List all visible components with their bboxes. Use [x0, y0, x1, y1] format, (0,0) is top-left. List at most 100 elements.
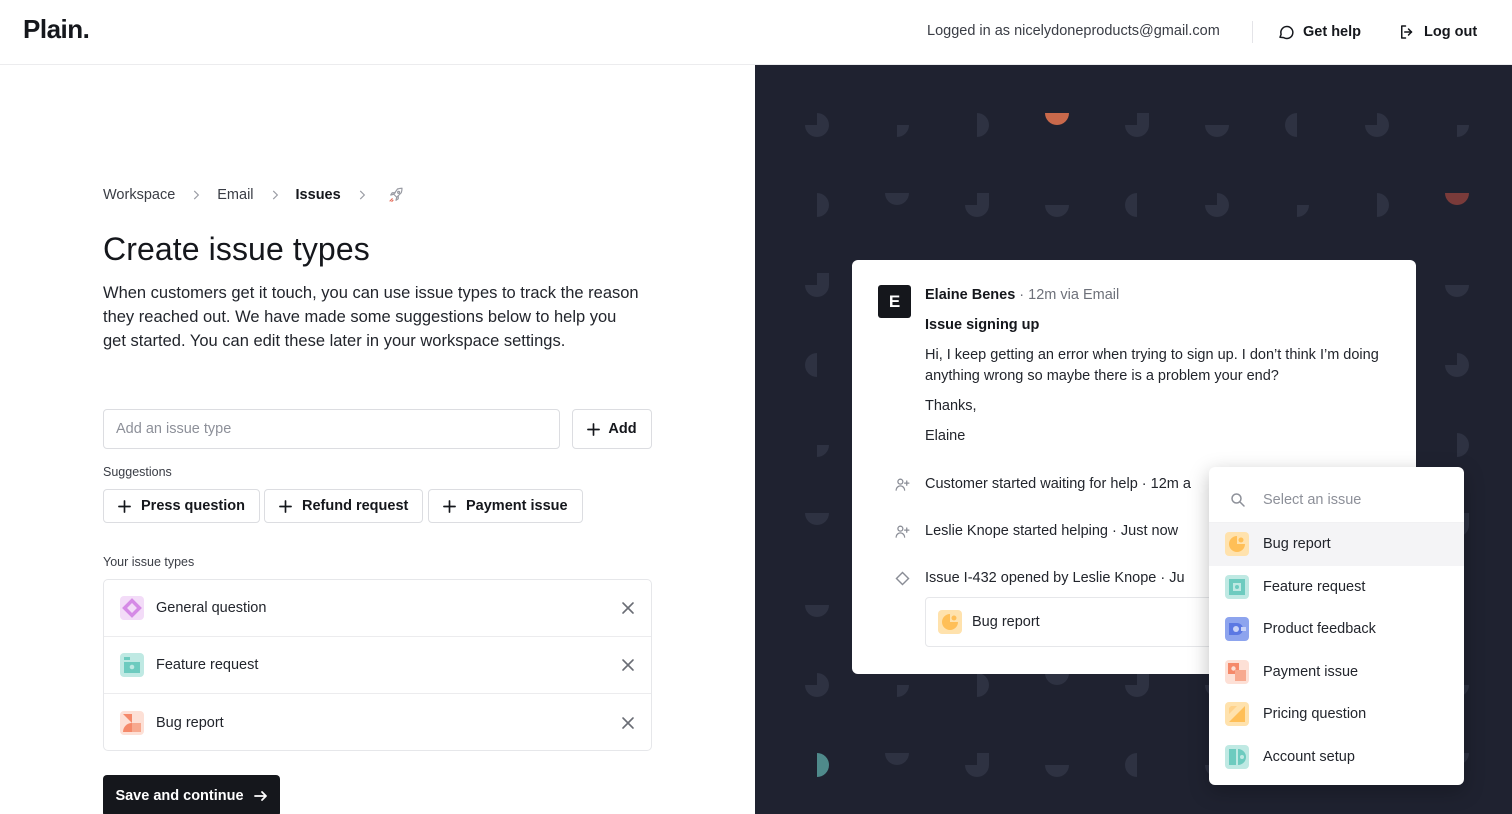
issue-types-list: General question Feature request Bug rep… — [103, 579, 652, 751]
breadcrumb-email[interactable]: Email — [217, 187, 253, 203]
message-paragraph: Hi, I keep getting an error when trying … — [925, 347, 1379, 384]
close-icon[interactable] — [621, 658, 635, 672]
dropdown-item-label: Pricing question — [1263, 706, 1367, 723]
issue-search — [1209, 477, 1464, 523]
breadcrumb: Workspace Email Issues — [103, 186, 405, 204]
message-paragraph: Elaine — [925, 428, 966, 444]
page-title: Create issue types — [103, 231, 370, 267]
dropdown-item-label: Product feedback — [1263, 621, 1376, 638]
plus-icon — [443, 499, 456, 513]
pattern-shape — [1297, 205, 1309, 217]
suggestion-payment-issue[interactable]: Payment issue — [428, 489, 583, 523]
pattern-shape — [817, 753, 829, 777]
issue-chip[interactable]: Bug report — [925, 597, 1225, 647]
box-icon — [120, 653, 144, 677]
dropdown-item-feature-request[interactable]: Feature request — [1209, 566, 1464, 609]
dropdown-item-payment-issue[interactable]: Payment issue — [1209, 651, 1464, 694]
pattern-shape — [977, 673, 989, 697]
account-icon — [1225, 744, 1249, 769]
dropdown-item-bug-report[interactable]: Bug report — [1209, 523, 1464, 566]
get-help-button[interactable]: Get help — [1277, 20, 1361, 44]
issue-type-name: Feature request — [156, 657, 259, 673]
pattern-shape — [1125, 753, 1137, 777]
timeline-event: Issue I-432 opened by Leslie Knope · Ju — [894, 568, 1185, 588]
feedback-icon — [1225, 617, 1249, 642]
add-button-label: Add — [608, 421, 637, 437]
timeline-event: Leslie Knope started helping · Just now — [894, 521, 1178, 541]
pattern-shape — [1445, 193, 1469, 205]
breadcrumb-issues: Issues — [295, 187, 341, 203]
logged-in-text: Logged in as nicelydoneproducts@gmail.co… — [927, 23, 1220, 39]
pattern-shape — [965, 193, 989, 217]
pattern-shape — [817, 193, 829, 217]
pattern-shape — [897, 125, 909, 137]
box-icon — [1225, 574, 1249, 599]
pattern-shape — [1377, 193, 1389, 217]
chat-bubble-icon — [1279, 25, 1294, 40]
pattern-shape — [805, 605, 829, 617]
issue-type-name: Bug report — [156, 714, 224, 731]
pattern-shape — [1125, 193, 1137, 217]
diamond-outline-icon — [895, 570, 910, 586]
pattern-shape — [805, 673, 829, 697]
setup-panel: Workspace Email Issues Create issue type… — [0, 65, 755, 814]
dropdown-item-label: Feature request — [1263, 578, 1366, 595]
sender-meta: · 12m via Email — [1019, 287, 1120, 303]
sender-name: Elaine Benes — [925, 287, 1016, 303]
pattern-shape — [1445, 353, 1469, 377]
message-subject: Issue signing up — [925, 317, 1040, 333]
issue-type-name: General question — [156, 600, 267, 616]
suggestion-refund-request[interactable]: Refund request — [264, 489, 424, 523]
person-add-icon — [895, 525, 910, 538]
add-button[interactable]: Add — [572, 409, 652, 449]
dropdown-item-pricing-question[interactable]: Pricing question — [1209, 693, 1464, 736]
log-out-label: Log out — [1424, 24, 1478, 40]
plain-logo[interactable]: Plain. — [23, 14, 90, 45]
dropdown-item-account-setup[interactable]: Account setup — [1209, 736, 1464, 779]
diamond-icon — [120, 596, 144, 620]
rocket-icon — [389, 187, 403, 202]
pricing-icon — [1225, 702, 1249, 727]
dropdown-item-label: Account setup — [1263, 748, 1355, 765]
pattern-shape — [885, 753, 909, 765]
dropdown-item-product-feedback[interactable]: Product feedback — [1209, 608, 1464, 651]
issue-type-row: General question — [104, 580, 651, 637]
pattern-shape — [1445, 285, 1469, 297]
header-divider — [1252, 21, 1253, 43]
suggestion-label: Payment issue — [466, 498, 568, 514]
message-paragraph: Thanks, — [925, 398, 977, 414]
avatar: E — [878, 285, 911, 318]
issue-type-row: Feature request — [104, 637, 651, 694]
pattern-shape — [1125, 113, 1149, 137]
breadcrumb-workspace[interactable]: Workspace — [103, 187, 175, 203]
pattern-shape — [1285, 113, 1297, 137]
pattern-shape — [1457, 125, 1469, 137]
suggestion-label: Press question — [141, 498, 245, 514]
close-icon[interactable] — [621, 716, 635, 730]
chevron-right-icon — [359, 190, 365, 200]
plus-icon — [587, 422, 601, 436]
log-out-button[interactable]: Log out — [1398, 20, 1477, 44]
save-and-continue-button[interactable]: Save and continue — [103, 775, 280, 814]
pattern-shape — [805, 113, 829, 137]
suggestion-press-question[interactable]: Press question — [103, 489, 260, 523]
issue-search-input[interactable] — [1263, 491, 1433, 508]
pattern-shape — [805, 353, 817, 377]
pattern-shape — [1205, 193, 1229, 217]
pattern-shape — [1125, 673, 1149, 697]
event-text: Leslie Knope started helping · Just now — [925, 523, 1179, 539]
close-icon[interactable] — [621, 601, 635, 615]
search-icon — [1231, 492, 1245, 507]
event-text: Issue I-432 opened by Leslie Knope · Ju — [925, 570, 1185, 586]
payment-icon — [1225, 659, 1249, 684]
pattern-shape — [965, 753, 989, 777]
arrow-right-icon — [253, 791, 267, 801]
your-issue-types-label: Your issue types — [103, 555, 195, 569]
timeline-event: Customer started waiting for help · 12m … — [894, 474, 1191, 494]
issue-type-input[interactable] — [103, 409, 560, 449]
suggestion-label: Refund request — [302, 498, 409, 514]
pattern-shape — [1045, 205, 1069, 217]
pattern-shape — [1365, 113, 1389, 137]
save-button-label: Save and continue — [115, 788, 244, 804]
get-help-label: Get help — [1303, 24, 1362, 40]
